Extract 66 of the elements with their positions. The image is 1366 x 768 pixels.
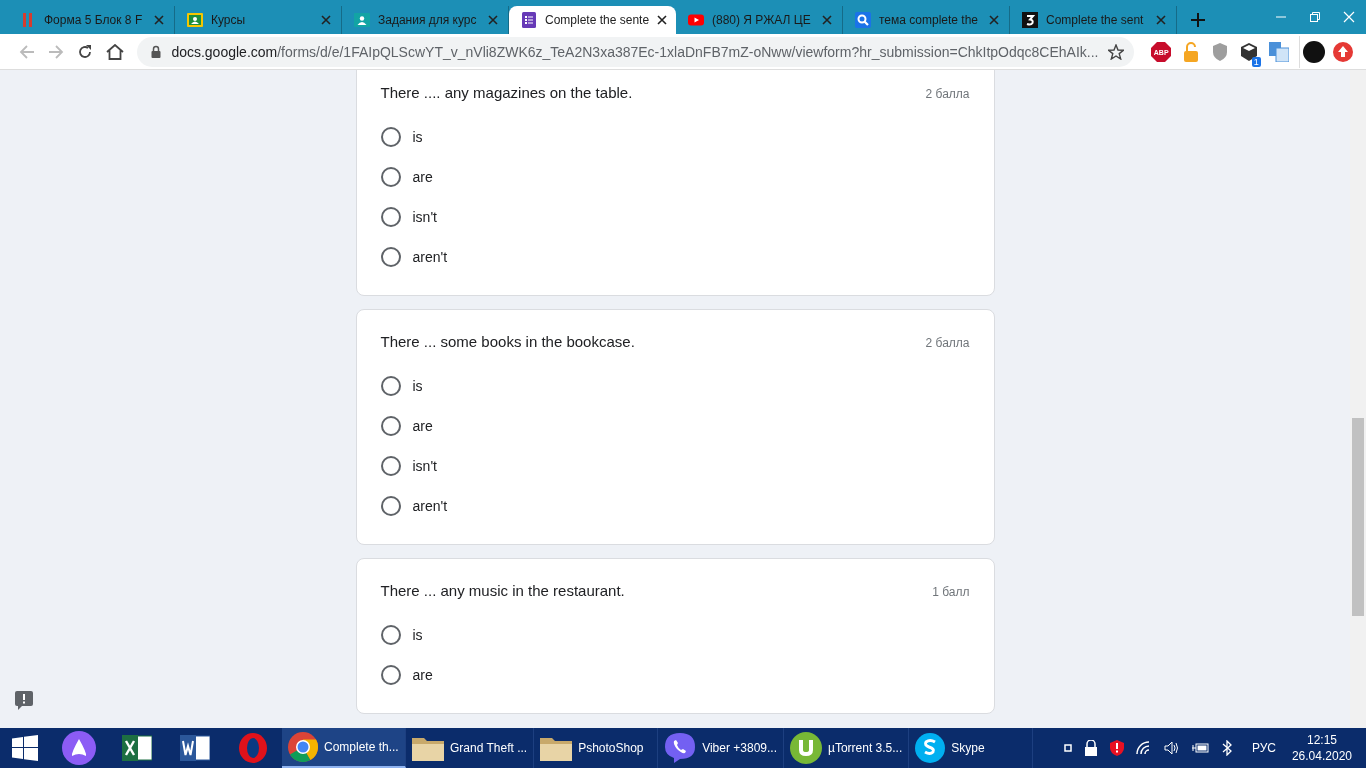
question-text: There ... any music in the restaurant.	[380, 582, 625, 599]
clock-date[interactable]: 26.04.2020	[1291, 748, 1352, 764]
classroom-icon	[187, 12, 203, 28]
option-label[interactable]: is	[412, 129, 423, 145]
option-label[interactable]: aren't	[412, 498, 448, 514]
forms-icon	[521, 12, 537, 28]
radio-button[interactable]	[380, 665, 401, 685]
option-label[interactable]: isn't	[412, 458, 437, 474]
star-icon[interactable]	[1108, 43, 1125, 60]
radio-button[interactable]	[380, 496, 401, 516]
taskbar-button[interactable]: PshotoShop	[534, 728, 659, 768]
feedback-icon[interactable]	[14, 690, 34, 710]
radio-button[interactable]	[380, 456, 401, 476]
radio-button[interactable]	[380, 416, 401, 436]
cube-icon	[1241, 42, 1258, 61]
tab-title: Complete the sent	[1046, 13, 1145, 27]
tab-title: Задания для курс	[378, 13, 478, 27]
points-label: 1 балл	[932, 585, 970, 599]
count-badge: 1	[1251, 56, 1261, 67]
taskbar-button[interactable]: Viber +3809...	[658, 728, 784, 768]
phone-icon	[664, 732, 697, 764]
clock-time[interactable]: 12:15	[1306, 732, 1337, 748]
digit-tile-icon	[1022, 12, 1038, 28]
torrent-icon	[790, 732, 822, 764]
taskbar-button[interactable]: µTorrent 3.5...	[784, 728, 910, 768]
tab-title: Complete the sente	[545, 13, 650, 27]
radio-button[interactable]	[380, 247, 401, 267]
taskbar-button[interactable]: Complete th...	[282, 728, 406, 768]
language-indicator[interactable]: РУС	[1237, 728, 1286, 768]
option-label[interactable]: is	[412, 627, 423, 643]
option-label[interactable]: aren't	[412, 249, 448, 265]
option-label[interactable]: isn't	[412, 209, 437, 225]
taskbar-button[interactable]: Grand Theft ...	[406, 728, 535, 768]
option-label[interactable]: are	[412, 667, 433, 683]
option-label[interactable]: are	[412, 418, 433, 434]
play-icon	[688, 12, 704, 28]
radio-button[interactable]	[380, 376, 401, 396]
tab-title: Форма 5 Блок 8 F	[44, 13, 144, 27]
browser-tab[interactable]: Complete the sente	[509, 6, 676, 34]
scrollbar[interactable]	[1350, 70, 1366, 728]
close-icon[interactable]	[657, 15, 668, 25]
chat-icon	[915, 733, 946, 763]
extension-button[interactable]: 1	[1234, 35, 1264, 68]
browser-icon	[288, 732, 318, 762]
option-label[interactable]: are	[412, 169, 433, 185]
tab-title: тема complete the	[879, 13, 979, 27]
points-label: 2 балла	[925, 87, 970, 101]
question-text: There .... any magazines on the table.	[380, 84, 633, 101]
scrollbar-thumb[interactable]	[1352, 418, 1364, 616]
radio-button[interactable]	[380, 207, 401, 227]
option-label[interactable]: is	[412, 378, 423, 394]
radio-button[interactable]	[380, 625, 401, 645]
points-label: 2 балла	[925, 336, 970, 350]
person-icon	[354, 12, 370, 28]
search-icon	[855, 12, 871, 28]
taskbar-button[interactable]: Skype	[909, 728, 1034, 768]
tab-title: Курсы	[211, 13, 247, 27]
question-text: There ... some books in the bookcase.	[380, 333, 635, 350]
lock-icon	[151, 45, 162, 58]
radio-button[interactable]	[380, 167, 401, 187]
url-text: docs.google.com/forms/d/e/1FAIpQLScwYT_v_nVli8ZWK6z_TeA2N3xa387Ec-1xlaDnFB7mZ-oNww/viewform?hr_submission=ChkItpOdqc8CEhAIk...	[171, 43, 1099, 60]
radio-button[interactable]	[380, 127, 401, 147]
folder-icon	[412, 735, 444, 761]
address-field[interactable]: docs.google.com/forms/d/e/1FAIpQLScwYT_v_nVli8ZWK6z_TeA2N3xa387Ec-1xlaDnFB7mZ-oNww/viewform?hr_submission=ChkItpOdqc8CEhAIk...	[137, 36, 1135, 67]
tab-title: (880) Я РЖАЛ ЦЕ	[712, 13, 812, 27]
folder-icon	[540, 735, 573, 761]
